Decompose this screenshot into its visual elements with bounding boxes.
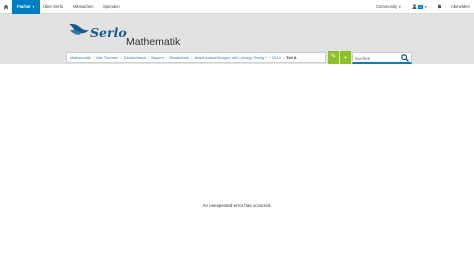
search-input[interactable] bbox=[355, 54, 401, 62]
faecher-menu-button[interactable]: Fächer ▼ bbox=[12, 0, 40, 14]
breadcrumb-item[interactable]: Mathematik bbox=[70, 55, 91, 60]
home-button[interactable] bbox=[0, 0, 12, 14]
breadcrumb-separator-icon: › bbox=[148, 55, 150, 60]
spenden-link[interactable]: Spenden bbox=[103, 0, 120, 14]
community-label: Community bbox=[376, 4, 398, 9]
chevron-down-icon: ▼ bbox=[343, 55, 348, 60]
bell-button[interactable] bbox=[437, 0, 442, 14]
community-menu[interactable]: Community ▼ bbox=[376, 0, 401, 14]
breadcrumb-item[interactable]: Abschlussprüfungen mit Lösung: Zweig I bbox=[195, 55, 267, 60]
edit-dropdown-button[interactable]: ▼ bbox=[340, 51, 351, 64]
breadcrumb-item[interactable]: Alle Themen bbox=[96, 55, 118, 60]
faecher-label: Fächer bbox=[17, 4, 31, 9]
home-icon bbox=[3, 4, 9, 10]
logout-link[interactable]: Abmelden bbox=[451, 0, 470, 14]
top-navbar: Fächer ▼ Über Serlo Mitmachen Spenden Co… bbox=[0, 0, 474, 14]
error-message: An unexpected error has occurred. bbox=[202, 203, 272, 208]
breadcrumb-item[interactable]: 2019 bbox=[272, 55, 281, 60]
breadcrumb-item[interactable]: Deutschland bbox=[124, 55, 146, 60]
notification-badge: 0 bbox=[418, 5, 424, 9]
breadcrumb-separator-icon: › bbox=[120, 55, 122, 60]
serlo-bird-icon bbox=[69, 23, 89, 35]
chevron-down-icon: ▼ bbox=[424, 5, 428, 9]
mitmachen-link[interactable]: Mitmachen bbox=[73, 0, 93, 14]
ueber-serlo-link[interactable]: Über Serlo bbox=[43, 0, 63, 14]
chevron-down-icon: ▼ bbox=[31, 5, 35, 9]
subject-title: Mathematik bbox=[126, 36, 181, 48]
pencil-icon: ✎ bbox=[330, 54, 337, 60]
chevron-down-icon: ▼ bbox=[398, 5, 402, 9]
breadcrumb-separator-icon: › bbox=[268, 55, 270, 60]
bell-icon bbox=[437, 4, 442, 10]
breadcrumb-separator-icon: › bbox=[92, 55, 95, 60]
breadcrumb: Mathematik › Alle Themen › Deutschland › Bayer… bbox=[66, 52, 326, 63]
breadcrumb-separator-icon: › bbox=[191, 55, 193, 60]
breadcrumb-item[interactable]: Bayern bbox=[151, 55, 164, 60]
breadcrumb-current: Teil A bbox=[286, 55, 297, 60]
edit-button[interactable]: ✎ bbox=[328, 51, 339, 64]
breadcrumb-item[interactable]: Realschule bbox=[169, 55, 189, 60]
search-box bbox=[352, 52, 412, 64]
breadcrumb-separator-icon: › bbox=[166, 55, 168, 60]
user-menu[interactable]: 0 ▼ bbox=[412, 0, 427, 14]
logo-text: Serlo bbox=[90, 25, 127, 40]
search-icon[interactable] bbox=[401, 54, 409, 62]
breadcrumb-separator-icon: › bbox=[282, 55, 285, 60]
user-icon bbox=[412, 4, 417, 10]
